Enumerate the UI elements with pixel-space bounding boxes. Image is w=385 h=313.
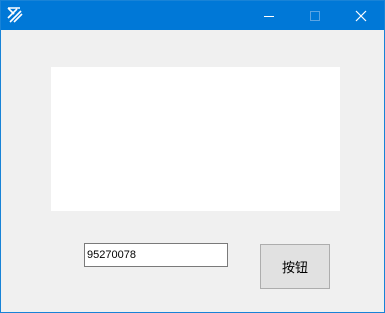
app-window: 按钮 (0, 0, 385, 313)
text-input[interactable] (84, 243, 228, 267)
action-button[interactable]: 按钮 (260, 244, 330, 289)
white-panel (51, 67, 340, 211)
close-button[interactable] (338, 1, 384, 30)
minimize-icon (264, 15, 274, 17)
title-bar[interactable] (1, 1, 384, 30)
close-icon (355, 10, 367, 21)
minimize-button[interactable] (246, 1, 292, 30)
app-icon (6, 6, 24, 24)
maximize-icon (310, 10, 320, 21)
maximize-button[interactable] (292, 1, 338, 30)
